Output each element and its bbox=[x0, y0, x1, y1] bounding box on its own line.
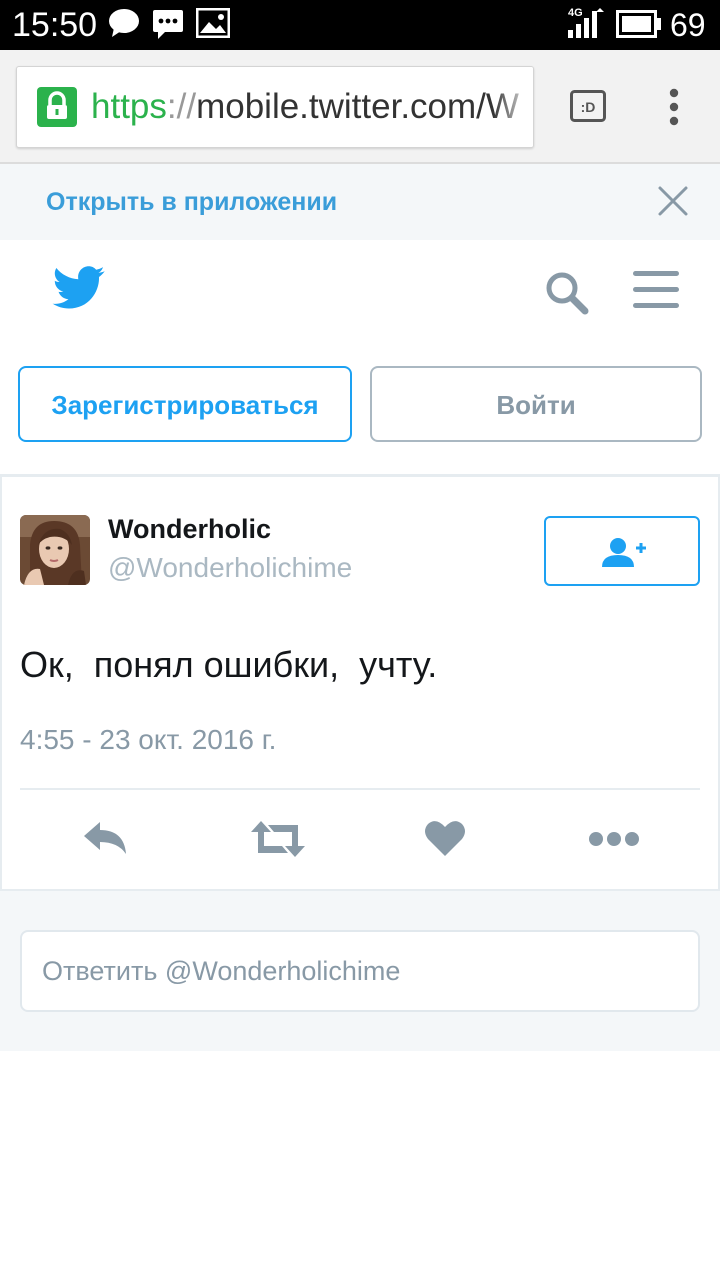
tweet-author-handle[interactable]: @Wonderholichime bbox=[108, 550, 352, 586]
add-user-icon bbox=[600, 536, 648, 573]
tweet-timestamp[interactable]: 4:55 - 23 окт. 2016 г. bbox=[20, 722, 276, 758]
close-icon[interactable] bbox=[656, 184, 690, 223]
status-time: 15:50 bbox=[12, 6, 98, 44]
tweet-author-name[interactable]: Wonderholic bbox=[108, 512, 271, 546]
status-bar: 15:50 4G 69 bbox=[0, 0, 720, 50]
signup-button[interactable]: Зарегистрироваться bbox=[18, 366, 352, 442]
tabs-button[interactable]: :D bbox=[570, 90, 606, 122]
url-text: https://mobile.twitter.com/W bbox=[91, 87, 519, 126]
retweet-icon[interactable] bbox=[250, 820, 306, 863]
battery-level: 69 bbox=[670, 7, 706, 43]
tweet-text: Ок, понял ошибки, учту. bbox=[20, 644, 438, 685]
gallery-icon bbox=[195, 7, 231, 43]
avatar[interactable] bbox=[20, 515, 90, 585]
open-in-app-link[interactable]: Открыть в приложении bbox=[46, 186, 337, 218]
site-header bbox=[0, 240, 720, 360]
svg-text::D: :D bbox=[581, 99, 596, 115]
login-button[interactable]: Войти bbox=[370, 366, 702, 442]
lock-icon bbox=[37, 87, 77, 127]
overflow-menu-icon[interactable] bbox=[664, 88, 684, 126]
battery-icon bbox=[616, 10, 662, 43]
reply-icon[interactable] bbox=[82, 820, 128, 861]
browser-toolbar: https://mobile.twitter.com/W :D bbox=[0, 50, 720, 164]
divider bbox=[20, 788, 700, 790]
open-in-app-banner: Открыть в приложении bbox=[0, 164, 720, 240]
reply-input[interactable]: Ответить @Wonderholichime bbox=[20, 930, 700, 1012]
signal-icon: 4G bbox=[566, 6, 606, 45]
chat-icon bbox=[108, 8, 140, 43]
url-field[interactable]: https://mobile.twitter.com/W bbox=[16, 66, 534, 148]
like-heart-icon[interactable] bbox=[424, 818, 466, 863]
search-icon[interactable] bbox=[544, 270, 590, 321]
svg-text:4G: 4G bbox=[568, 7, 583, 19]
hamburger-menu-icon[interactable] bbox=[632, 270, 680, 315]
follow-button[interactable] bbox=[544, 516, 700, 586]
message-icon bbox=[152, 8, 184, 45]
more-options-icon[interactable] bbox=[588, 830, 640, 853]
twitter-bird-icon[interactable] bbox=[52, 266, 106, 315]
reply-placeholder: Ответить @Wonderholichime bbox=[42, 956, 401, 986]
